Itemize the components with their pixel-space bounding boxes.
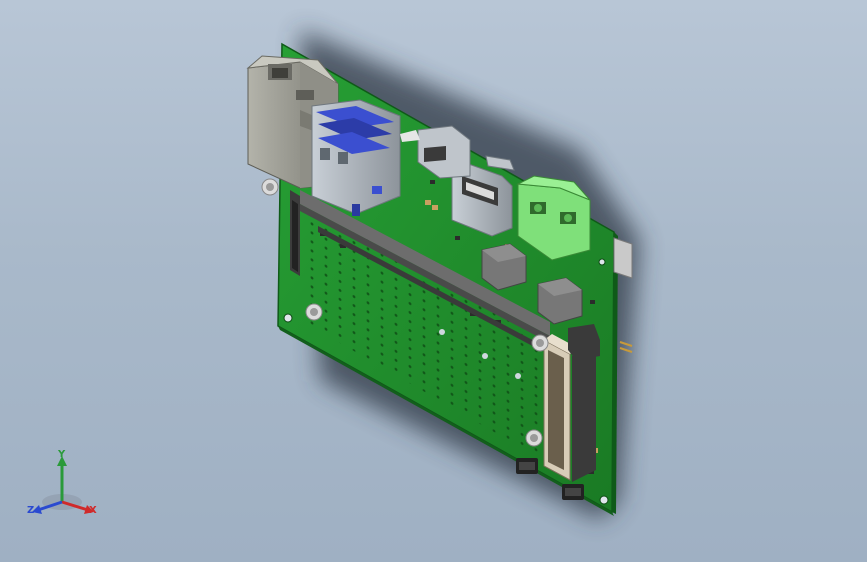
cad-viewport[interactable]: Y X Z — [0, 0, 867, 562]
coordinate-triad: Y X Z — [24, 448, 104, 520]
z-axis-label: Z — [27, 505, 35, 516]
y-axis-label: Y — [58, 449, 66, 460]
x-axis-label: X — [89, 505, 97, 516]
usb3-connector[interactable] — [311, 99, 401, 216]
pcb-3d-model[interactable] — [0, 0, 867, 562]
card-slot-left — [290, 190, 300, 276]
